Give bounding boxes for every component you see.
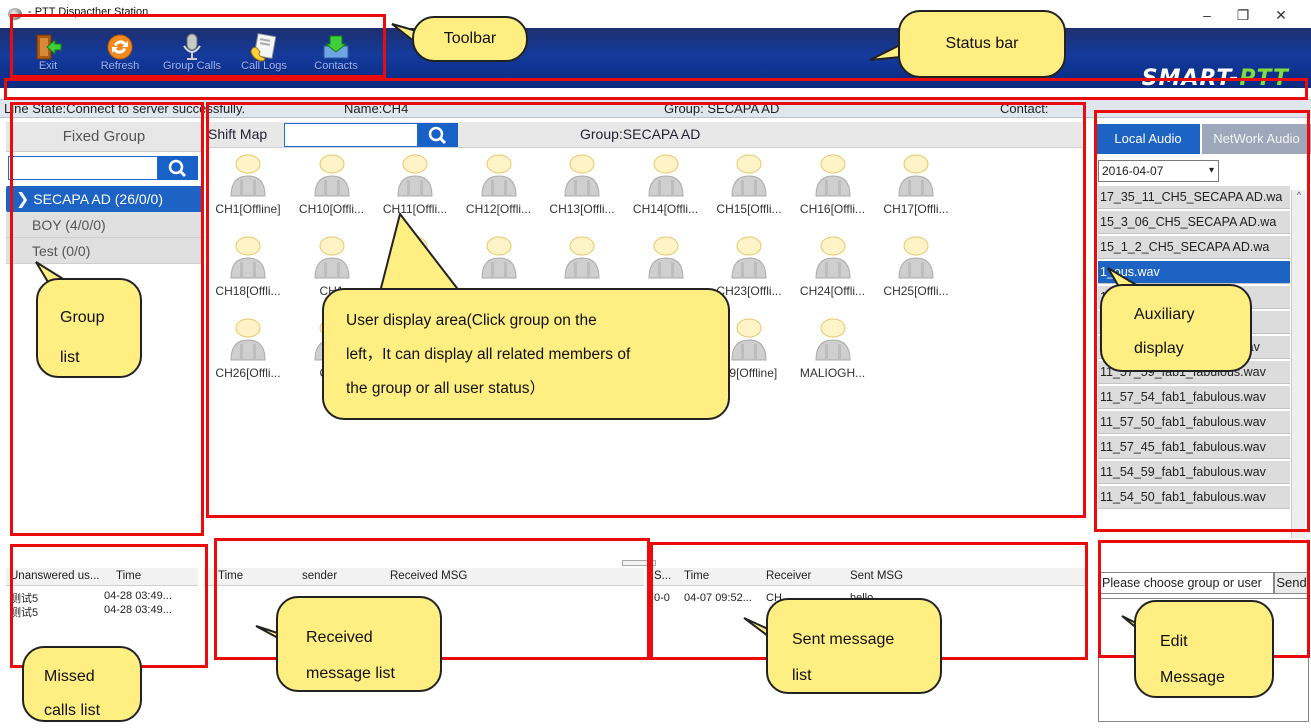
missed-callout: Missed calls list [22, 646, 142, 722]
sent-callout: Sent message list [766, 598, 942, 694]
edit-callout: Edit Message [1134, 600, 1274, 698]
status-bar-callout: Status bar [898, 10, 1066, 78]
user-area-callout-pointer [378, 211, 463, 293]
toolbar-callout: Toolbar [412, 16, 528, 62]
group-callout: Group list [36, 278, 142, 378]
user-area-callout: User display area(Click group on the left… [322, 288, 730, 420]
auxiliary-callout: Auxiliary display [1100, 284, 1252, 372]
received-callout: Received message list [276, 596, 442, 692]
